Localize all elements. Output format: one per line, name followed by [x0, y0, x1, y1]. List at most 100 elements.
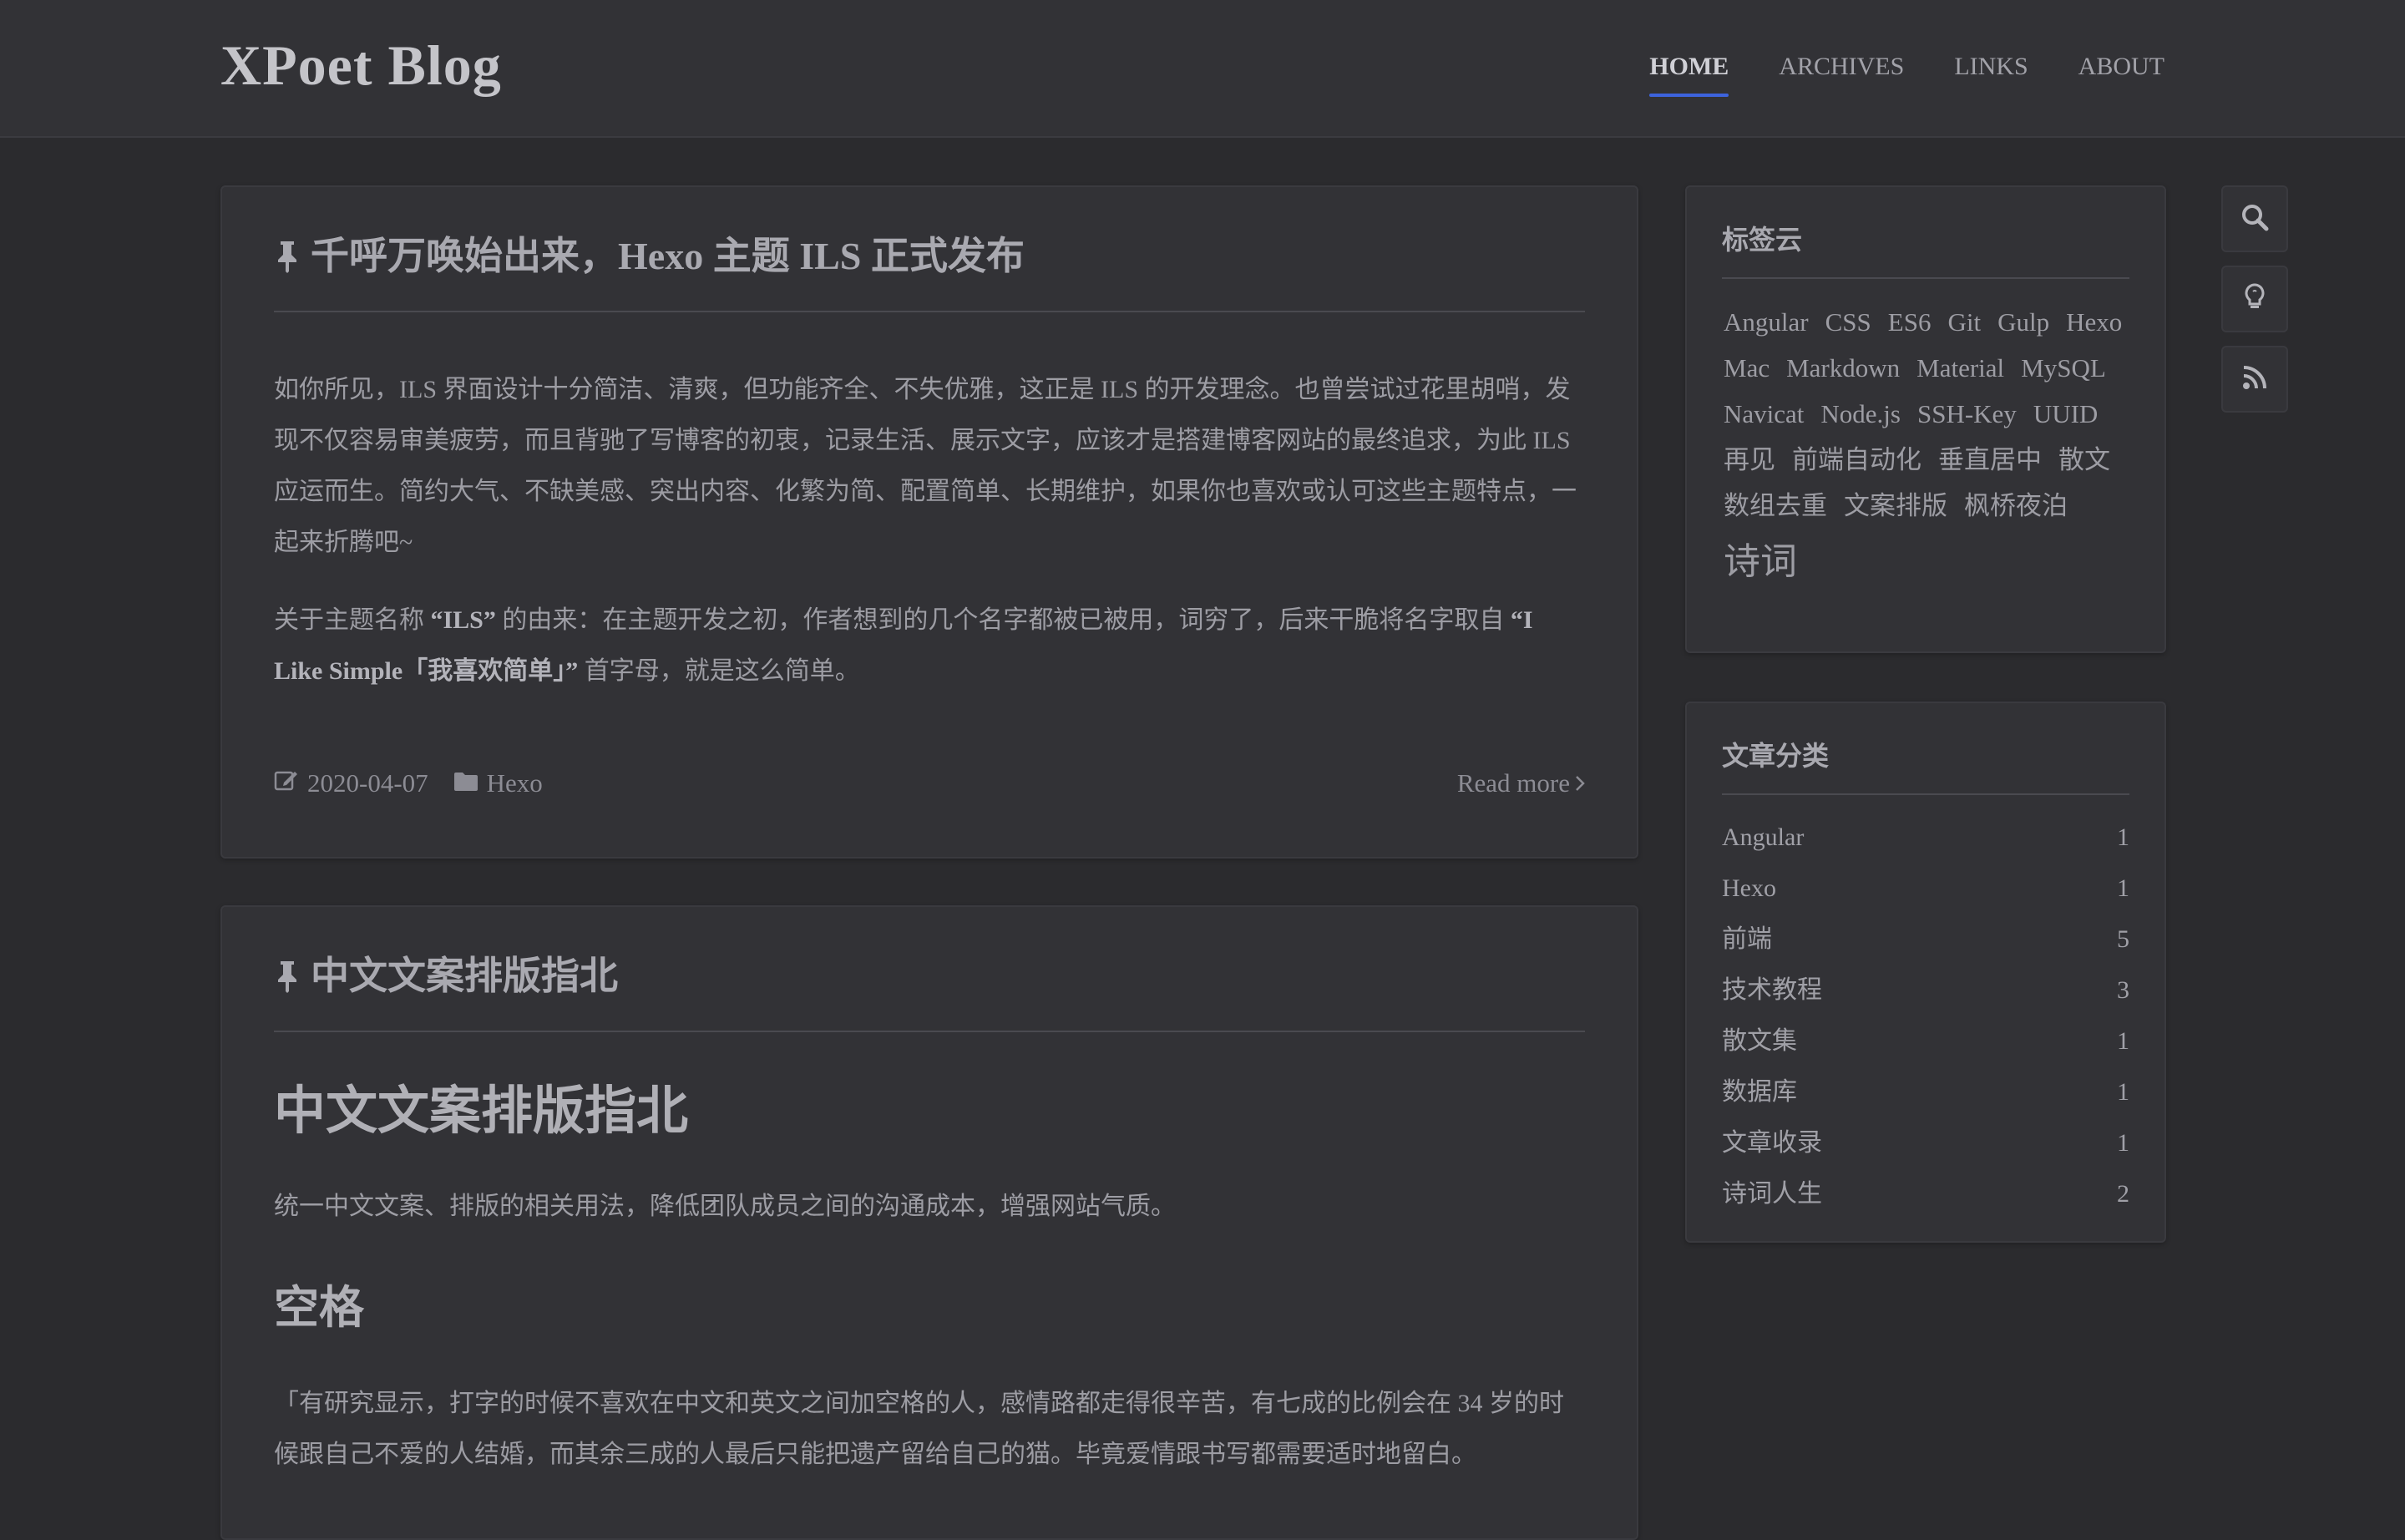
divider	[1722, 793, 2129, 795]
tag-link[interactable]: Markdown	[1786, 345, 1900, 391]
tag-link[interactable]: 垂直居中	[1938, 437, 2042, 483]
tag-cloud-title: 标签云	[1722, 225, 1803, 255]
post-title[interactable]: 中文文案排版指北	[274, 947, 618, 1006]
category-item[interactable]: Hexo 1	[1722, 863, 2129, 914]
category-name: 诗词人生	[1722, 1180, 1822, 1208]
divider	[274, 1031, 1585, 1032]
search-button[interactable]	[2221, 185, 2288, 252]
text-span: 首字母，就是这么简单。	[578, 657, 860, 685]
tag-link[interactable]: 文案排版	[1844, 483, 1947, 529]
meta-left: 2020-04-07 Hexo	[274, 768, 1585, 798]
category-name: Angular	[1722, 823, 1805, 851]
nav-archives[interactable]: ARCHIVES	[1779, 48, 1904, 97]
category-count: 1	[2117, 1027, 2129, 1055]
tag-link[interactable]: Node.js	[1820, 391, 1901, 437]
article-heading: 中文文案排版指北	[274, 1083, 689, 1140]
rss-button[interactable]	[2221, 346, 2288, 413]
category-count: 1	[2117, 1078, 2129, 1106]
nav-links[interactable]: LINKS	[1954, 48, 2028, 97]
tag-link[interactable]: 前端自动化	[1792, 437, 1921, 483]
category-item[interactable]: 文章收录 1	[1722, 1117, 2129, 1168]
tag-link[interactable]: SSH-Key	[1917, 391, 2017, 437]
category-name: Hexo	[1722, 874, 1776, 902]
tag-link[interactable]: Git	[1947, 299, 1981, 345]
text-span: 的由来：在主题开发之初，作者想到的几个名字都被已被用，词穷了，后来干脆将名字取自	[495, 606, 1511, 634]
text-span: 关于主题名称	[274, 606, 431, 634]
post-title[interactable]: 千呼万唤始出来，Hexo 主题 ILS 正式发布	[274, 227, 1025, 286]
tag-cloud-widget: 标签云 Angular CSS ES6 Git Gulp Hexo Mac Markdown M…	[1685, 185, 2166, 653]
category-list: Angular 1 Hexo 1 前端 5 技术教程 3 散文集 1 数据库 1 文章收录 1 诗词人生 2	[1722, 812, 2129, 1219]
pin-icon	[274, 960, 301, 993]
nav-about[interactable]: ABOUT	[2078, 48, 2164, 97]
post-card: 中文文案排版指北 中文文案排版指北 统一中文文案、排版的相关用法，降低团队成员之…	[220, 905, 1638, 1540]
tag-link[interactable]: Hexo	[2066, 299, 2122, 345]
tag-link[interactable]: 枫桥夜泊	[1964, 483, 2068, 529]
tag-link[interactable]: 诗词	[1724, 529, 1797, 595]
quote-paragraph: 「有研究显示，打字的时候不喜欢在中文和英文之间加空格的人，感情路都走得很辛苦，有…	[274, 1390, 1564, 1468]
site-header: XPoet Blog HOME ARCHIVES LINKS ABOUT	[0, 0, 2405, 138]
excerpt-paragraph: 如你所见，ILS 界面设计十分简洁、清爽，但功能齐全、不失优雅，这正是 ILS …	[274, 376, 1577, 556]
main-nav: HOME ARCHIVES LINKS ABOUT	[1649, 48, 2164, 97]
article-quote: 「有研究显示，打字的时候不喜欢在中文和英文之间加空格的人，感情路都走得很辛苦，有…	[274, 1378, 1585, 1480]
theme-toggle-button[interactable]	[2221, 266, 2288, 332]
tag-link[interactable]: 散文	[2058, 437, 2110, 483]
read-more-text: Read more	[1456, 768, 1570, 798]
divider	[1722, 277, 2129, 279]
category-item[interactable]: 技术教程 3	[1722, 965, 2129, 1016]
post-excerpt-name: 关于主题名称 “ILS” 的由来：在主题开发之初，作者想到的几个名字都被已被用，…	[274, 595, 1585, 697]
categories-title: 文章分类	[1722, 741, 1830, 771]
rss-icon	[2242, 365, 2267, 394]
divider	[274, 311, 1585, 312]
excerpt-paragraph: 关于主题名称 “ILS” 的由来：在主题开发之初，作者想到的几个名字都被已被用，…	[274, 595, 1585, 697]
search-icon	[2240, 202, 2270, 236]
category-text: Hexo	[486, 768, 543, 798]
tag-link[interactable]: MySQL	[2021, 345, 2106, 391]
tag-list: Angular CSS ES6 Git Gulp Hexo Mac Markdown Mater…	[1724, 299, 2131, 595]
category-count: 1	[2117, 823, 2129, 851]
tag-link[interactable]: Material	[1916, 345, 2004, 391]
category-item[interactable]: Angular 1	[1722, 812, 2129, 863]
category-item[interactable]: 诗词人生 2	[1722, 1168, 2129, 1219]
category-name: 前端	[1722, 925, 1772, 953]
tag-link[interactable]: Navicat	[1724, 391, 1804, 437]
category-name: 文章收录	[1722, 1129, 1822, 1157]
post-date: 2020-04-07	[274, 768, 428, 798]
post-title-text: 中文文案排版指北	[311, 955, 618, 997]
edit-icon	[274, 768, 299, 798]
category-item[interactable]: 散文集 1	[1722, 1016, 2129, 1066]
post-card: 千呼万唤始出来，Hexo 主题 ILS 正式发布 如你所见，ILS 界面设计十分…	[220, 185, 1638, 859]
category-count: 3	[2117, 976, 2129, 1004]
chevron-right-icon	[1575, 768, 1585, 798]
tag-link[interactable]: CSS	[1825, 299, 1871, 345]
tag-link[interactable]: Mac	[1724, 345, 1770, 391]
folder-icon	[453, 768, 478, 798]
read-more-link[interactable]: Read more	[1457, 768, 1585, 798]
category-item[interactable]: 前端 5	[1722, 914, 2129, 965]
article-intro: 统一中文文案、排版的相关用法，降低团队成员之间的沟通成本，增强网站气质。	[274, 1181, 1585, 1232]
post-excerpt: 如你所见，ILS 界面设计十分简洁、清爽，但功能齐全、不失优雅，这正是 ILS …	[274, 364, 1585, 568]
post-meta: 2020-04-07 Hexo Read more	[274, 768, 1585, 798]
tag-link[interactable]: 数组去重	[1724, 483, 1827, 529]
tag-link[interactable]: ES6	[1888, 299, 1932, 345]
tag-link[interactable]: 再见	[1724, 437, 1775, 483]
category-count: 2	[2117, 1180, 2129, 1208]
post-title-text: 千呼万唤始出来，Hexo 主题 ILS 正式发布	[311, 235, 1025, 277]
category-name: 数据库	[1722, 1078, 1797, 1106]
category-item[interactable]: 数据库 1	[1722, 1066, 2129, 1117]
pin-icon	[274, 240, 301, 273]
bold-text: “ILS”	[430, 606, 496, 634]
date-text: 2020-04-07	[307, 768, 428, 798]
tag-link[interactable]: Angular	[1724, 299, 1809, 345]
category-count: 1	[2117, 874, 2129, 902]
section-heading: 空格	[274, 1283, 364, 1333]
site-logo[interactable]: XPoet Blog	[220, 32, 502, 99]
tag-link[interactable]: Gulp	[1997, 299, 2049, 345]
tag-link[interactable]: UUID	[2033, 391, 2099, 437]
category-name: 散文集	[1722, 1027, 1797, 1055]
post-category[interactable]: Hexo	[453, 768, 543, 798]
nav-home[interactable]: HOME	[1649, 48, 1729, 97]
category-name: 技术教程	[1722, 976, 1822, 1004]
category-count: 5	[2117, 925, 2129, 953]
categories-widget: 文章分类 Angular 1 Hexo 1 前端 5 技术教程 3 散文集 1 数据库 1 文章收录 1 诗…	[1685, 702, 2166, 1243]
intro-paragraph: 统一中文文案、排版的相关用法，降低团队成员之间的沟通成本，增强网站气质。	[274, 1193, 1176, 1220]
